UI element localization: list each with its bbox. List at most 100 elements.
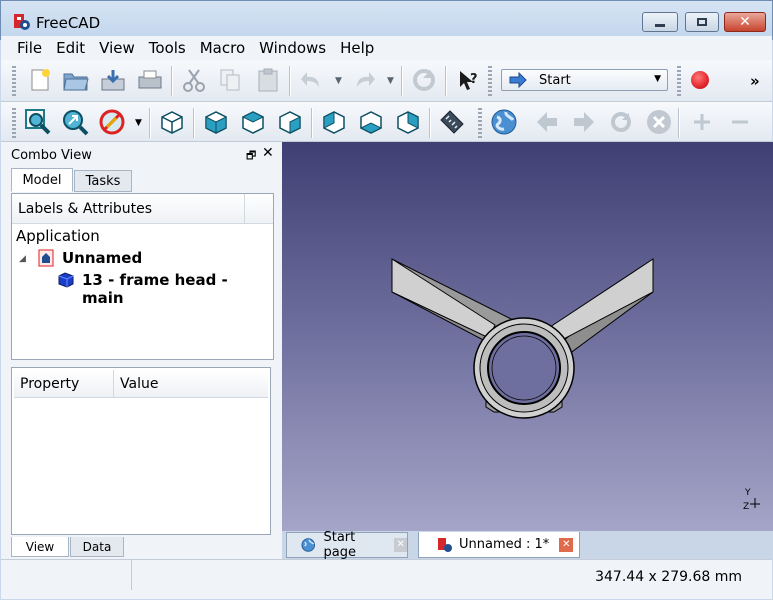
draw-style-icon (99, 109, 125, 135)
tree-item-application[interactable]: Application (16, 227, 100, 245)
chevron-down-icon: ▼ (654, 74, 661, 84)
zoom-out-button[interactable] (725, 107, 755, 137)
top-view-button[interactable] (238, 107, 268, 137)
toolbar-grip[interactable] (12, 108, 16, 138)
value-column-header[interactable]: Value (114, 370, 268, 398)
ruler-icon (440, 110, 464, 134)
isometric-view-button[interactable] (157, 107, 187, 137)
front-view-button[interactable] (201, 107, 231, 137)
menu-bar: File Edit View Tools Macro Windows Help (1, 36, 772, 60)
web-home-button[interactable] (489, 107, 519, 137)
copy-button[interactable] (215, 65, 245, 95)
close-icon: ✕ (739, 14, 751, 30)
tree-header-extra (245, 194, 273, 224)
print-icon (138, 70, 162, 89)
menu-file[interactable]: File (1, 39, 49, 57)
property-editor: Property Value (11, 367, 271, 535)
toolbar-grip[interactable] (478, 108, 482, 138)
whats-this-button[interactable]: ? (453, 65, 483, 95)
svg-text:?: ? (470, 72, 478, 87)
3d-viewport[interactable]: Y Z (282, 142, 773, 531)
window-title: FreeCAD (36, 14, 101, 32)
tab-data[interactable]: Data (70, 537, 124, 557)
axis-cross-icon (750, 498, 760, 508)
minimize-button[interactable] (642, 12, 678, 32)
toolbar-separator (149, 108, 151, 138)
fit-selection-button[interactable] (60, 107, 90, 137)
stop-button[interactable] (644, 107, 674, 137)
measure-button[interactable] (437, 107, 467, 137)
minus-icon (732, 120, 748, 124)
menu-view[interactable]: View (92, 39, 142, 57)
left-view-button[interactable] (393, 107, 423, 137)
fit-all-button[interactable] (23, 107, 53, 137)
redo-icon (357, 72, 375, 87)
tab-view[interactable]: View (11, 537, 69, 557)
right-view-button[interactable] (275, 107, 305, 137)
menu-macro[interactable]: Macro (193, 39, 252, 57)
draw-style-dropdown-icon[interactable]: ▼ (135, 118, 142, 128)
isometric-cube-icon (161, 111, 183, 134)
cut-button[interactable] (179, 65, 209, 95)
menu-windows[interactable]: Windows (252, 39, 333, 57)
status-bar: 347.44 x 279.68 mm (1, 559, 772, 599)
toolbar-grip[interactable] (677, 66, 681, 96)
document-tabs: Start page ✕ Unnamed : 1* ✕ (282, 530, 773, 560)
new-button[interactable] (25, 65, 55, 95)
toolbar-grip[interactable] (12, 66, 16, 96)
maximize-icon (697, 18, 707, 26)
refresh-button[interactable] (409, 65, 439, 95)
property-column-header[interactable]: Property (14, 370, 114, 398)
tab-model[interactable]: Model (11, 168, 73, 192)
tab-tasks[interactable]: Tasks (74, 170, 132, 192)
close-tab-icon[interactable]: ✕ (559, 537, 574, 552)
arrow-right-icon (574, 112, 594, 132)
tree-header[interactable]: Labels & Attributes (12, 194, 245, 224)
redo-dropdown-icon[interactable]: ▼ (387, 76, 394, 86)
web-refresh-button[interactable] (606, 107, 636, 137)
model-tree: Labels & Attributes Application ◢ Unname… (11, 193, 274, 360)
open-button[interactable] (61, 65, 91, 95)
toolbar-separator (429, 108, 431, 138)
bottom-view-cube-icon (359, 111, 383, 134)
tab-start-page-label: Start page (323, 530, 356, 560)
undo-dropdown-icon[interactable]: ▼ (335, 76, 342, 86)
forward-button[interactable] (569, 107, 599, 137)
macro-record-button[interactable] (685, 65, 715, 95)
fit-selection-icon (63, 110, 89, 136)
menu-help[interactable]: Help (333, 39, 381, 57)
paste-button[interactable] (253, 65, 283, 95)
toolbar-overflow-button[interactable]: » (750, 72, 760, 90)
tree-collapse-icon[interactable]: ◢ (19, 254, 26, 264)
toolbar-separator (193, 108, 195, 138)
back-button[interactable] (532, 107, 562, 137)
close-window-button[interactable]: ✕ (724, 12, 766, 32)
zoom-in-button[interactable] (687, 107, 717, 137)
close-panel-icon[interactable]: ✕ (262, 145, 274, 161)
float-panel-icon[interactable]: 🗗 (246, 147, 256, 166)
tree-item-part[interactable]: 13 - frame head - main (82, 271, 273, 307)
main-toolbar: ▼ ▼ ? Start ▼ » (1, 60, 772, 102)
tree-item-document[interactable]: Unnamed (62, 249, 142, 267)
stop-icon (647, 110, 671, 134)
fit-all-icon (25, 109, 51, 135)
close-tab-icon[interactable]: ✕ (394, 538, 408, 552)
toolbar-grip[interactable] (488, 66, 492, 96)
redo-button[interactable] (349, 65, 379, 95)
bottom-view-button[interactable] (356, 107, 386, 137)
save-button[interactable] (98, 65, 128, 95)
tab-start-page[interactable]: Start page ✕ (286, 530, 408, 560)
tab-unnamed-document[interactable]: Unnamed : 1* ✕ (418, 532, 580, 558)
workbench-selector[interactable]: Start ▼ (501, 69, 668, 91)
maximize-button[interactable] (685, 12, 719, 32)
menu-tools[interactable]: Tools (142, 39, 193, 57)
frame-head-model[interactable] (282, 142, 773, 531)
globe-icon (491, 109, 517, 135)
refresh-icon (413, 69, 435, 91)
menu-edit[interactable]: Edit (49, 39, 92, 57)
draw-style-button[interactable] (97, 107, 127, 137)
print-button[interactable] (135, 65, 165, 95)
undo-button[interactable] (297, 65, 327, 95)
rear-view-button[interactable] (319, 107, 349, 137)
workbench-label: Start (539, 73, 571, 88)
